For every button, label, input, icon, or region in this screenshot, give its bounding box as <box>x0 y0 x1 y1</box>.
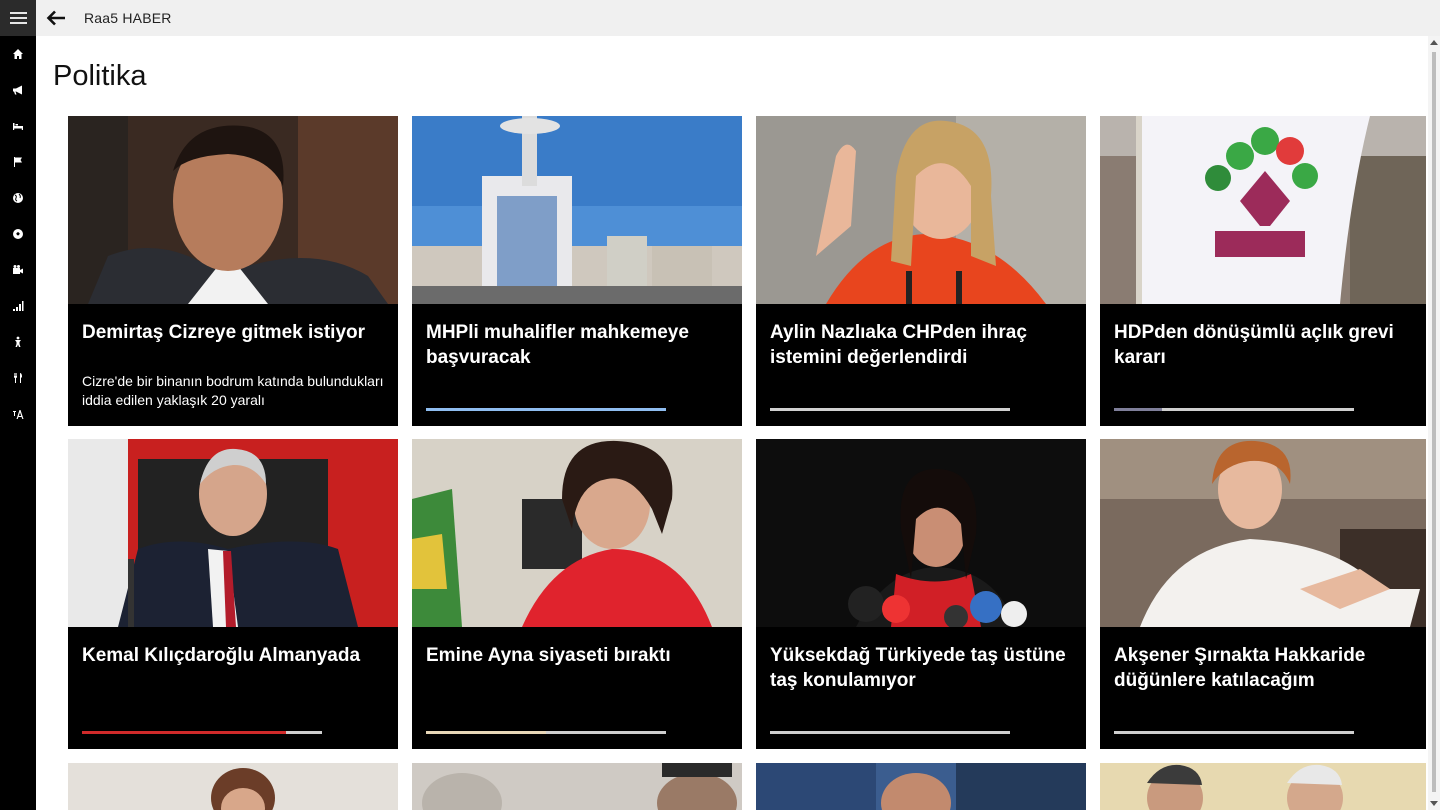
article-title: Aylin Nazlıaka CHPden ihraç istemini değ… <box>770 322 1027 368</box>
article-card[interactable] <box>68 763 398 810</box>
article-title: Akşener Şırnakta Hakkaride düğünlere kat… <box>1114 645 1366 691</box>
article-title: Emine Ayna siyaseti bıraktı <box>426 645 671 666</box>
article-image <box>68 763 398 810</box>
article-description: Cizre'de bir binanın bodrum katında bulu… <box>82 373 384 408</box>
globe-icon <box>13 193 23 203</box>
article-title: MHPli muhalifler mahkemeye başvuracak <box>426 322 689 368</box>
back-button[interactable] <box>42 4 70 32</box>
article-card[interactable]: Aylin Nazlıaka CHPden ihraç istemini değ… <box>756 116 1086 426</box>
sidebar-item-home[interactable] <box>0 36 36 72</box>
app-title: Raa5 HABER <box>84 10 172 26</box>
article-card[interactable]: Akşener Şırnakta Hakkaride düğünlere kat… <box>1100 439 1426 749</box>
article-title: Demirtaş Cizreye gitmek istiyor <box>82 322 366 343</box>
sidebar-item-sports[interactable] <box>0 216 36 252</box>
article-image <box>756 439 1086 627</box>
sidebar-item-flag[interactable] <box>0 144 36 180</box>
article-image <box>756 763 1086 810</box>
article-card[interactable]: Demirtaş Cizreye gitmek istiyor Cizre'de… <box>68 116 398 426</box>
article-image <box>412 763 742 810</box>
article-title: HDPden dönüşümlü açlık grevi kararı <box>1114 322 1394 368</box>
article-card[interactable] <box>756 763 1086 810</box>
loading-progress-bar <box>82 731 322 734</box>
article-image <box>1100 116 1426 304</box>
loading-progress-bar <box>770 408 1010 411</box>
flag-icon <box>14 157 22 167</box>
article-grid: Demirtaş Cizreye gitmek istiyor Cizre'de… <box>68 116 1428 810</box>
sidebar-item-language[interactable] <box>0 396 36 432</box>
article-card[interactable]: Kemal Kılıçdaroğlu Almanyada <box>68 439 398 749</box>
title-bar: Raa5 HABER <box>36 0 1440 36</box>
progress-fill <box>1114 408 1162 411</box>
progress-fill <box>426 731 546 734</box>
home-icon <box>13 49 23 59</box>
article-card[interactable] <box>1100 763 1426 810</box>
vertical-scrollbar[interactable] <box>1428 36 1440 810</box>
article-image <box>412 116 742 304</box>
progress-fill <box>770 408 1010 411</box>
utensils-icon <box>14 373 22 383</box>
article-card[interactable]: HDPden dönüşümlü açlık grevi kararı <box>1100 116 1426 426</box>
article-image <box>756 116 1086 304</box>
sidebar-item-health[interactable] <box>0 324 36 360</box>
progress-fill <box>426 408 666 411</box>
sidebar-nav <box>0 36 36 432</box>
sidebar-item-announcements[interactable] <box>0 72 36 108</box>
font-size-icon <box>13 410 24 419</box>
article-title: Yüksekdağ Türkiyede taş üstüne taş konul… <box>770 645 1066 691</box>
page-title: Politika <box>53 60 147 92</box>
article-image <box>1100 439 1426 627</box>
soccer-ball-icon <box>13 229 23 239</box>
article-card[interactable]: MHPli muhalifler mahkemeye başvuracak <box>412 116 742 426</box>
loading-progress-bar <box>1114 731 1354 734</box>
article-title: Kemal Kılıçdaroğlu Almanyada <box>82 645 361 666</box>
camera-icon <box>13 265 23 274</box>
megaphone-icon <box>13 85 22 95</box>
article-image <box>68 439 398 627</box>
sidebar-item-video[interactable] <box>0 252 36 288</box>
sidebar-item-food[interactable] <box>0 360 36 396</box>
sidebar <box>0 0 36 810</box>
article-card[interactable]: Yüksekdağ Türkiyede taş üstüne taş konul… <box>756 439 1086 749</box>
article-image <box>1100 763 1426 810</box>
sidebar-item-bed[interactable] <box>0 108 36 144</box>
bar-chart-icon <box>13 301 24 311</box>
sidebar-item-world[interactable] <box>0 180 36 216</box>
article-image <box>68 116 398 304</box>
scroll-up-arrow-icon[interactable] <box>1430 40 1438 45</box>
bed-icon <box>13 123 23 130</box>
article-image <box>412 439 742 627</box>
arrow-left-icon <box>46 10 65 26</box>
progress-fill <box>82 731 286 734</box>
hamburger-menu-icon[interactable] <box>0 0 36 36</box>
figure-icon <box>15 336 21 347</box>
loading-progress-bar <box>426 731 666 734</box>
loading-progress-bar <box>426 408 666 411</box>
loading-progress-bar <box>770 731 1010 734</box>
loading-progress-bar <box>1114 408 1354 411</box>
scroll-down-arrow-icon[interactable] <box>1430 801 1438 806</box>
article-card[interactable] <box>412 763 742 810</box>
sidebar-item-economy[interactable] <box>0 288 36 324</box>
scrollbar-thumb[interactable] <box>1432 52 1436 792</box>
article-card[interactable]: Emine Ayna siyaseti bıraktı <box>412 439 742 749</box>
